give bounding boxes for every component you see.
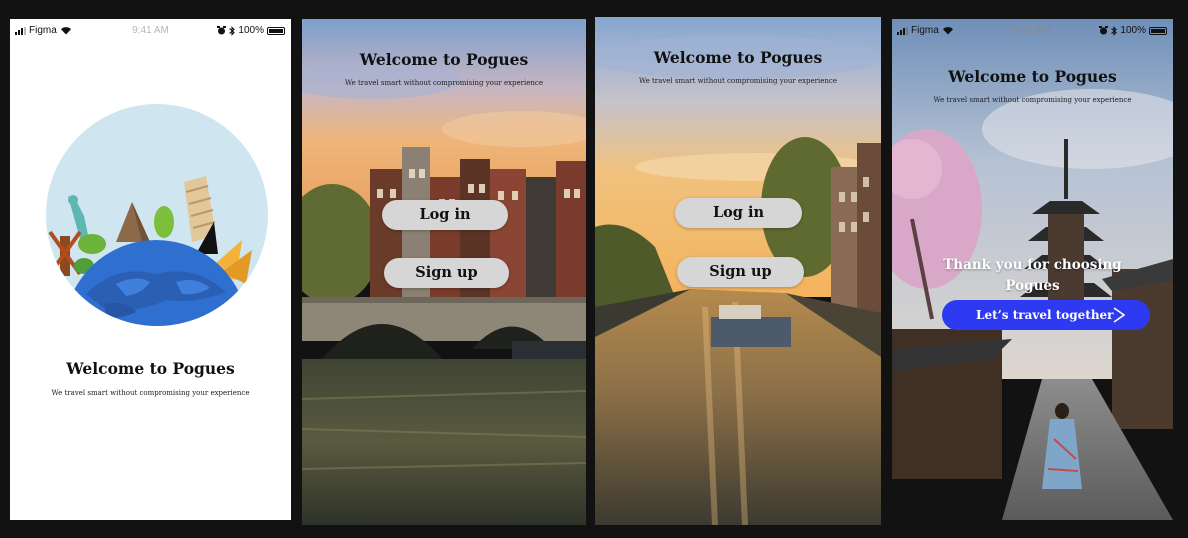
thank-you-message: Thank you for choosing Pogues (892, 255, 1173, 297)
battery-percent: 100% (1120, 25, 1146, 36)
welcome-title: Welcome to Pogues (66, 359, 235, 378)
status-bar: Figma 9:41 AM 100% (10, 19, 291, 41)
bluetooth-icon (1111, 25, 1118, 36)
login-button[interactable]: Log in (675, 198, 802, 228)
signup-button[interactable]: Sign up (384, 258, 509, 288)
splash-screen: Figma 9:41 AM 100% Welcome to Pogues We … (10, 19, 291, 520)
welcome-subtitle: We travel smart without compromising you… (933, 96, 1132, 104)
arrow-right-icon (1113, 307, 1126, 323)
signup-button[interactable]: Sign up (677, 257, 804, 287)
thank-you-line-1: Thank you for choosing (943, 257, 1122, 273)
thank-you-line-2: Pogues (1005, 278, 1060, 294)
thank-you-screen: Figma 9:41 AM 100% Welcome to Pogues We … (892, 19, 1173, 520)
status-bar: Figma 9:41 AM 100% (892, 19, 1173, 41)
travel-together-button[interactable]: Let’s travel together (942, 300, 1150, 330)
alarm-icon (1099, 26, 1109, 35)
battery-icon (1149, 26, 1167, 35)
welcome-title: Welcome to Pogues (948, 67, 1117, 86)
battery-icon (267, 26, 285, 35)
welcome-subtitle: We travel smart without compromising you… (639, 77, 837, 85)
auth-screen-canal: Welcome to Pogues We travel smart withou… (595, 17, 881, 525)
welcome-title: Welcome to Pogues (359, 50, 529, 69)
globe-illustration (46, 104, 268, 326)
welcome-subtitle: We travel smart without compromising you… (345, 79, 543, 87)
bluetooth-icon (229, 25, 236, 36)
battery-percent: 100% (238, 25, 264, 36)
welcome-subtitle: We travel smart without compromising you… (51, 389, 250, 397)
travel-together-label: Let’s travel together (976, 308, 1114, 322)
alarm-icon (217, 26, 227, 35)
landmarks-art (48, 176, 252, 326)
auth-screen-bridge: Welcome to Pogues We travel smart withou… (302, 19, 586, 525)
welcome-title: Welcome to Pogues (653, 48, 823, 67)
login-button[interactable]: Log in (382, 200, 508, 230)
